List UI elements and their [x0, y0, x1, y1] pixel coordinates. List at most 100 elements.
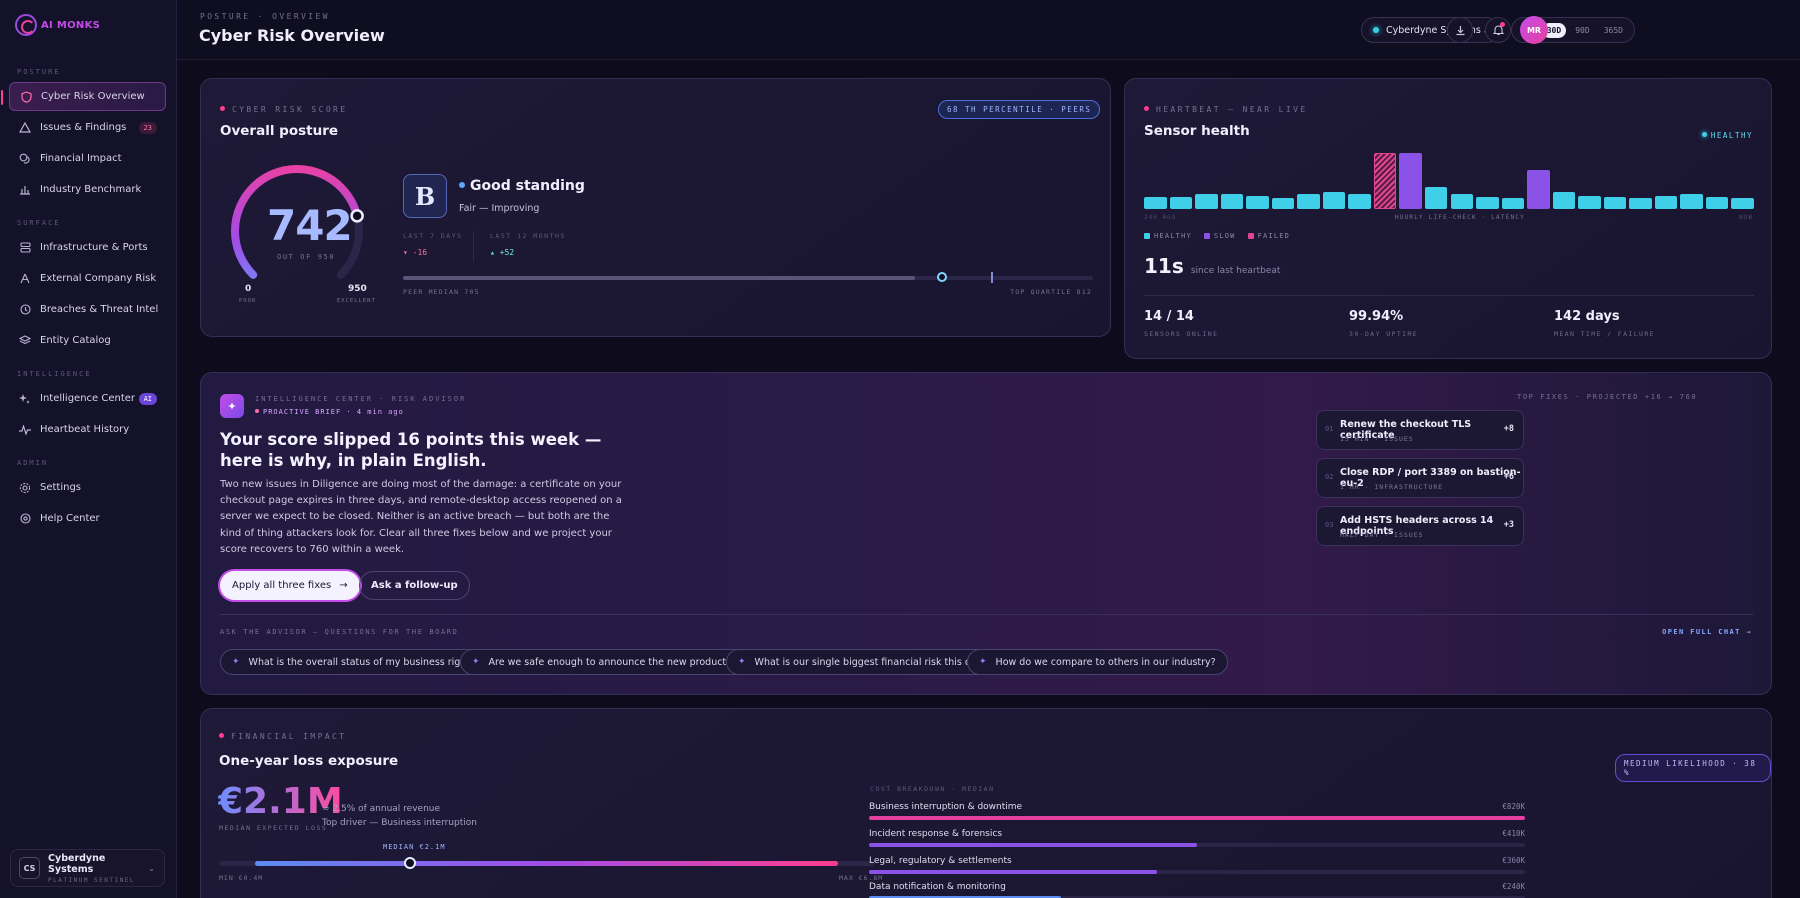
sidebar-item-issues[interactable]: Issues & Findings 23	[9, 113, 166, 142]
heartbeat-bar-healthy[interactable]	[1195, 194, 1218, 209]
fix-number: 01	[1325, 425, 1334, 433]
fix-subtitle: HALF DAY · ISSUES	[1340, 531, 1424, 539]
user-avatar[interactable]: MR	[1520, 16, 1548, 44]
gauge-min-label: POOR	[239, 298, 257, 304]
apply-fixes-label: Apply all three fixes	[232, 580, 332, 591]
sidebar-item-entity-catalog[interactable]: Entity Catalog	[9, 326, 166, 355]
sidebar-item-label: Cyber Risk Overview	[41, 91, 145, 102]
download-button[interactable]	[1447, 17, 1473, 43]
logo[interactable]: AI MONKS	[15, 14, 100, 36]
chart-icon	[19, 184, 31, 196]
sidebar-item-financial-impact[interactable]: Financial Impact	[9, 144, 166, 173]
range-90d[interactable]: 90D	[1570, 23, 1594, 38]
sidebar-item-infrastructure[interactable]: Infrastructure & Ports	[9, 233, 166, 262]
cost-label: Legal, regulatory & settlements	[869, 856, 1012, 866]
apply-fixes-button[interactable]: Apply all three fixes →	[220, 571, 360, 600]
open-full-chat-link[interactable]: OPEN FULL CHAT →	[1662, 628, 1752, 636]
loss-amount: €2.1M	[218, 781, 343, 822]
sidebar-item-industry-benchmark[interactable]: Industry Benchmark	[9, 175, 166, 204]
download-icon	[1456, 25, 1464, 35]
chevron-down-icon: ⌄	[148, 863, 155, 873]
heartbeat-bar-healthy[interactable]	[1246, 195, 1269, 209]
eyebrow-dot	[1144, 106, 1149, 111]
stat-label: SENSORS ONLINE	[1144, 330, 1219, 338]
top-driver: Top driver — Business interruption	[322, 818, 477, 828]
heartbeat-bar-healthy[interactable]	[1476, 196, 1499, 209]
heartbeat-eyebrow-text: HEARTBEAT — NEAR LIVE	[1156, 105, 1308, 114]
proactive-brief-text: PROACTIVE BRIEF · 4 min ago	[263, 408, 404, 416]
heartbeat-bar-healthy[interactable]	[1680, 194, 1703, 209]
server-icon	[19, 242, 31, 254]
fix-item[interactable]: 01 Renew the checkout TLS certificate 15…	[1316, 410, 1524, 450]
heartbeat-bar-healthy[interactable]	[1705, 196, 1729, 209]
cost-label: Incident response & forensics	[869, 829, 1003, 839]
loss-min-label: MIN €0.4M	[219, 874, 264, 882]
headline-line-2: here is why, in plain English.	[220, 451, 487, 470]
notification-dot	[1500, 22, 1505, 27]
risk-eyebrow: CYBER RISK SCORE	[220, 105, 347, 114]
sidebar-item-external-company-risk[interactable]: External Company Risk	[9, 264, 166, 293]
org-select[interactable]: Cyberdyne Systems ⌄	[1361, 17, 1500, 43]
nav-section-surface: SURFACE	[17, 219, 61, 227]
question-chip[interactable]: ✦ How do we compare to others in our indu…	[967, 649, 1228, 675]
range-365d[interactable]: 365D	[1599, 23, 1628, 38]
notifications-button[interactable]	[1485, 17, 1511, 43]
org-avatar: CS	[19, 857, 41, 879]
fix-item[interactable]: 03 Add HSTS headers across 14 endpoints …	[1316, 506, 1524, 546]
ask-follow-up-button[interactable]: Ask a follow-up	[359, 571, 470, 600]
cost-value: €820K	[1502, 802, 1525, 811]
intelligence-card: ✦ INTELLIGENCE CENTER · RISK ADVISOR PRO…	[200, 372, 1772, 695]
heartbeat-bar-healthy[interactable]	[1424, 186, 1448, 209]
heartbeat-bar-healthy[interactable]	[1654, 195, 1678, 209]
stat-value: 14 / 14	[1144, 309, 1194, 324]
org-switcher[interactable]: CS Cyberdyne Systems PLATINUM SENTINEL ⌄	[10, 849, 165, 887]
legend-healthy: HEALTHY	[1144, 232, 1192, 240]
heartbeat-bar-failed[interactable]	[1373, 153, 1397, 209]
sidebar-item-label: Entity Catalog	[40, 335, 111, 346]
financial-eyebrow-text: FINANCIAL IMPACT	[231, 732, 347, 741]
sidebar-item-label: Breaches & Threat Intel	[40, 304, 159, 315]
heartbeat-chart	[1144, 153, 1754, 209]
cost-bar-fill	[869, 816, 1525, 820]
sidebar-item-help-center[interactable]: Help Center	[9, 504, 166, 533]
sparkle-icon	[19, 393, 31, 405]
heartbeat-bar-healthy[interactable]	[1629, 197, 1652, 209]
sidebar-item-breaches[interactable]: Breaches & Threat Intel	[9, 295, 166, 324]
heartbeat-bar-healthy[interactable]	[1169, 196, 1193, 209]
fix-number: 02	[1325, 473, 1334, 481]
heartbeat-bar-healthy[interactable]	[1220, 194, 1244, 209]
heartbeat-bar-healthy[interactable]	[1578, 195, 1601, 209]
heartbeat-bar-healthy[interactable]	[1731, 197, 1754, 209]
gauge-max-label: EXCELLENT	[337, 298, 376, 304]
sidebar-item-settings[interactable]: Settings	[9, 473, 166, 502]
heartbeat-card: HEARTBEAT — NEAR LIVE Sensor health HEAL…	[1124, 78, 1772, 359]
fix-item[interactable]: 02 Close RDP / port 3389 on bastion-eu-2…	[1316, 458, 1524, 498]
heartbeat-bar-healthy[interactable]	[1322, 192, 1346, 209]
fix-delta: +8	[1503, 424, 1514, 434]
standing-label: Good standing	[459, 178, 585, 194]
stat-value: 99.94%	[1349, 309, 1404, 324]
heartbeat-bar-slow[interactable]	[1527, 169, 1550, 209]
percentile-badge: 68 TH PERCENTILE · PEERS	[938, 100, 1101, 119]
question-text: Are we safe enough to announce the new p…	[488, 656, 766, 668]
sidebar-item-cyber-risk-overview[interactable]: Cyber Risk Overview	[1, 82, 166, 111]
heartbeat-bar-healthy[interactable]	[1271, 197, 1295, 209]
axis-left: 24H AGO	[1144, 214, 1177, 221]
eyebrow-dot	[219, 733, 224, 738]
axis-center: HOURLY LIFE-CHECK · LATENCY	[1395, 214, 1525, 221]
heartbeat-bar-healthy[interactable]	[1501, 197, 1525, 209]
legend-slow: SLOW	[1203, 232, 1236, 240]
median-label: MEDIAN €2.1M	[383, 843, 446, 851]
heartbeat-bar-slow[interactable]	[1399, 153, 1422, 209]
heartbeat-bar-healthy[interactable]	[1450, 194, 1474, 209]
sidebar-item-intelligence-center[interactable]: Intelligence Center AI	[9, 384, 166, 413]
cost-breakdown-label: COST BREAKDOWN · MEDIAN	[870, 785, 995, 793]
heartbeat-bar-healthy[interactable]	[1144, 196, 1167, 209]
question-text: How do we compare to others in our indus…	[995, 656, 1216, 668]
heartbeat-bar-healthy[interactable]	[1348, 194, 1371, 209]
sidebar-item-heartbeat-history[interactable]: Heartbeat History	[9, 415, 166, 444]
heartbeat-bar-healthy[interactable]	[1552, 192, 1576, 209]
breadcrumb: POSTURE · OVERVIEW	[200, 12, 330, 21]
heartbeat-bar-healthy[interactable]	[1603, 196, 1627, 209]
heartbeat-bar-healthy[interactable]	[1297, 194, 1320, 209]
